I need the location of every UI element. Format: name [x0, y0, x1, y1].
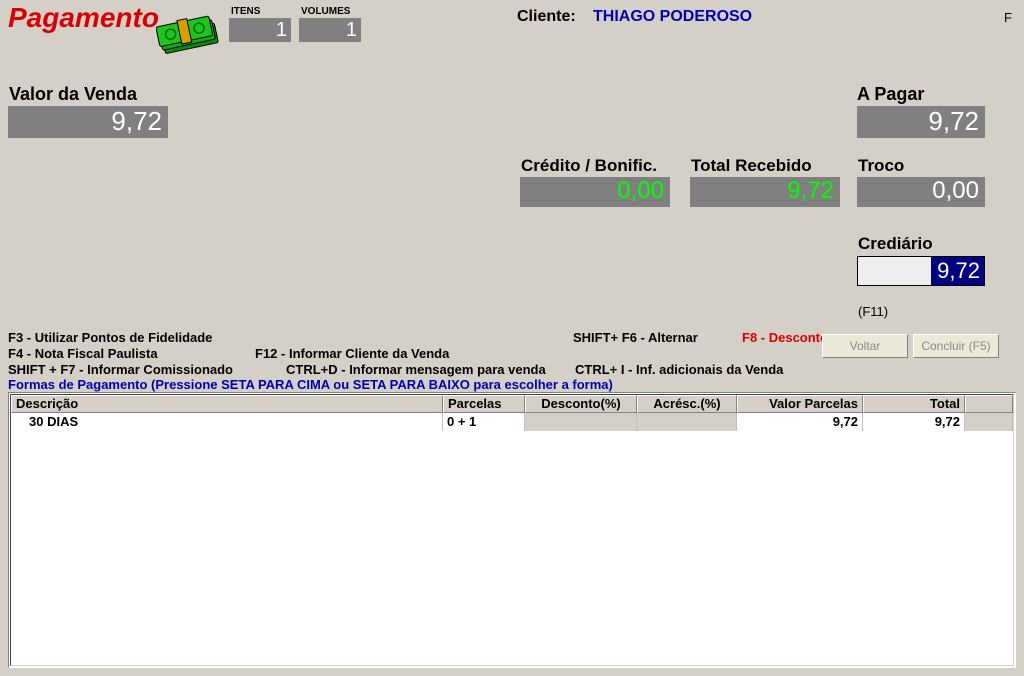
- shortcut-shift-f7: SHIFT + F7 - Informar Comissionado: [8, 362, 233, 377]
- troco-value: 0,00: [857, 177, 985, 207]
- credito-bonif-value: 0,00: [520, 177, 670, 207]
- shortcut-f4: F4 - Nota Fiscal Paulista: [8, 346, 158, 361]
- th-parcelas[interactable]: Parcelas: [443, 395, 525, 413]
- valor-venda-label: Valor da Venda: [9, 84, 137, 105]
- crediario-value: 9,72: [931, 257, 984, 285]
- credito-bonif-label: Crédito / Bonific.: [521, 156, 657, 176]
- cliente-label: Cliente:: [517, 8, 576, 26]
- formas-pagamento-label: Formas de Pagamento (Pressione SETA PARA…: [8, 377, 613, 392]
- crediario-label: Crediário: [858, 234, 933, 254]
- td-spacer: [965, 413, 1013, 431]
- concluir-button[interactable]: Concluir (F5): [913, 334, 999, 358]
- td-total: 9,72: [863, 413, 965, 431]
- a-pagar-value: 9,72: [857, 106, 985, 138]
- crediario-input[interactable]: 9,72: [857, 256, 985, 286]
- shortcut-ctrl-i: CTRL+ I - Inf. adicionais da Venda: [575, 362, 783, 377]
- cliente-name: THIAGO PODEROSO: [593, 8, 752, 26]
- th-desconto[interactable]: Desconto(%): [525, 395, 637, 413]
- shortcut-shift-f6: SHIFT+ F6 - Alternar: [573, 330, 698, 345]
- volumes-label: VOLUMES: [301, 6, 350, 17]
- shortcut-f12: F12 - Informar Cliente da Venda: [255, 346, 449, 361]
- td-descricao: 30 DIAS: [11, 413, 443, 431]
- td-desconto: [525, 413, 637, 431]
- valor-venda-value: 9,72: [8, 106, 168, 138]
- th-total[interactable]: Total: [863, 395, 965, 413]
- itens-label: ITENS: [231, 6, 260, 17]
- page-title: Pagamento: [8, 2, 159, 34]
- th-valor-parcelas[interactable]: Valor Parcelas: [737, 395, 863, 413]
- f11-label: (F11): [858, 304, 888, 319]
- shortcut-f8: F8 - Desconto: [742, 330, 828, 345]
- th-descricao[interactable]: Descrição: [11, 395, 443, 413]
- troco-label: Troco: [858, 156, 904, 176]
- payment-forms-table[interactable]: Descrição Parcelas Desconto(%) Acrésc.(%…: [8, 392, 1016, 668]
- total-recebido-label: Total Recebido: [691, 156, 812, 176]
- td-acresc: [637, 413, 737, 431]
- itens-value: 1: [229, 18, 291, 42]
- th-spacer: [965, 395, 1013, 413]
- voltar-button[interactable]: Voltar: [822, 334, 908, 358]
- a-pagar-label: A Pagar: [857, 84, 924, 105]
- shortcut-ctrl-d: CTRL+D - Informar mensagem para venda: [286, 362, 546, 377]
- money-stack-icon: [156, 14, 226, 57]
- td-valor-parcelas: 9,72: [737, 413, 863, 431]
- td-parcelas: 0 + 1: [443, 413, 525, 431]
- table-row[interactable]: 30 DIAS 0 + 1 9,72 9,72: [11, 413, 1013, 431]
- th-acresc[interactable]: Acrésc.(%): [637, 395, 737, 413]
- total-recebido-value: 9,72: [690, 177, 840, 207]
- shortcut-f3: F3 - Utilizar Pontos de Fidelidade: [8, 330, 212, 345]
- table-header-row: Descrição Parcelas Desconto(%) Acrésc.(%…: [11, 395, 1013, 413]
- top-right-letter: F: [1004, 10, 1012, 25]
- volumes-value: 1: [299, 18, 361, 42]
